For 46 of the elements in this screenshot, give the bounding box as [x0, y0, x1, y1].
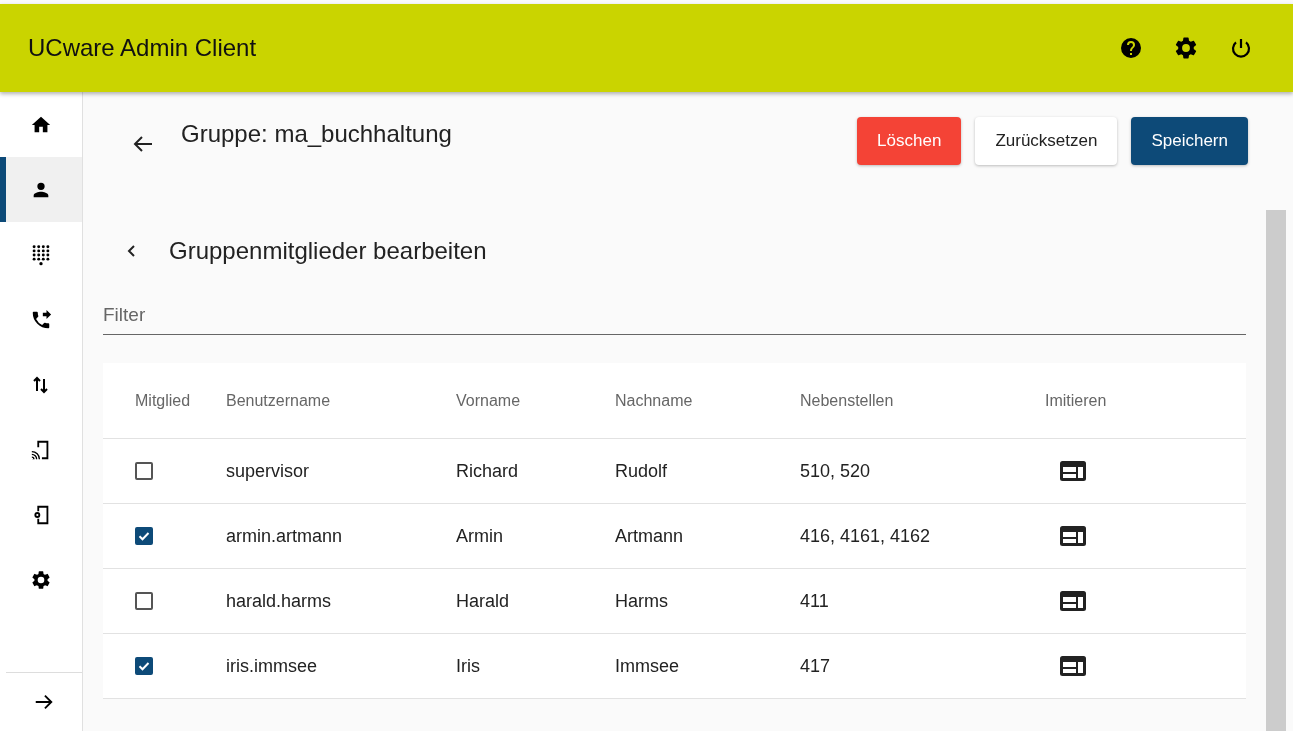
settings-icon	[30, 568, 52, 591]
table-cell-text: 417	[800, 655, 832, 677]
phone-forward-icon	[30, 308, 52, 331]
filter-field[interactable]: Filter	[103, 298, 1246, 335]
save-button[interactable]: Speichern	[1131, 117, 1248, 165]
help-icon[interactable]	[1119, 36, 1143, 60]
impersonate-window-icon[interactable]	[1059, 460, 1087, 482]
member-checkbox[interactable]	[135, 592, 153, 610]
dialpad-icon	[30, 243, 52, 266]
member-checkbox[interactable]	[135, 462, 153, 480]
table-cell-text: supervisor	[226, 460, 311, 482]
table-cell-text: armin.artmann	[226, 525, 344, 547]
swap-arrows-icon	[32, 374, 50, 395]
table-cell-text: Immsee	[615, 655, 680, 677]
settings-icon[interactable]	[1173, 35, 1199, 61]
table-cell-text: 411	[800, 590, 830, 612]
scrollbar[interactable]	[1266, 210, 1286, 731]
table-cell-text: 416, 4161, 4162	[800, 525, 932, 547]
column-header: Imitieren	[1045, 391, 1108, 410]
column-header: Vorname	[456, 391, 522, 410]
table-cell-text: Richard	[456, 460, 520, 482]
table-cell-text: harald.harms	[226, 590, 333, 612]
delete-button[interactable]: Löschen	[857, 117, 962, 165]
impersonate-window-icon[interactable]	[1059, 525, 1087, 547]
table-cell-text: Artmann	[615, 525, 685, 547]
column-header: Nachname	[615, 391, 694, 410]
table-cell-text: Harald	[456, 590, 511, 612]
column-header: Benutzername	[226, 391, 332, 410]
table-cell-text: iris.immsee	[226, 655, 318, 677]
page-title: Gruppe: ma_buchhaltung	[181, 119, 453, 148]
column-header: Nebenstellen	[800, 391, 895, 410]
member-checkbox[interactable]	[135, 657, 153, 675]
impersonate-window-icon[interactable]	[1059, 655, 1087, 677]
section-title: Gruppenmitglieder bearbeiten	[169, 237, 487, 265]
table-cell-text: Iris	[456, 655, 481, 677]
table-cell-text: Rudolf	[615, 460, 669, 482]
table-cell-text: 510, 520	[800, 460, 872, 482]
table-cell-text: Armin	[456, 525, 504, 547]
sidebar-item[interactable]	[0, 157, 82, 222]
power-icon[interactable]	[1229, 36, 1253, 60]
impersonate-window-icon[interactable]	[1059, 590, 1087, 612]
reset-button[interactable]: Zurücksetzen	[975, 117, 1118, 165]
app-title: UCware Admin Client	[28, 34, 257, 62]
column-header: Mitglied	[134, 391, 192, 410]
table-cell-text: Harms	[615, 590, 669, 612]
member-checkbox[interactable]	[135, 527, 153, 545]
